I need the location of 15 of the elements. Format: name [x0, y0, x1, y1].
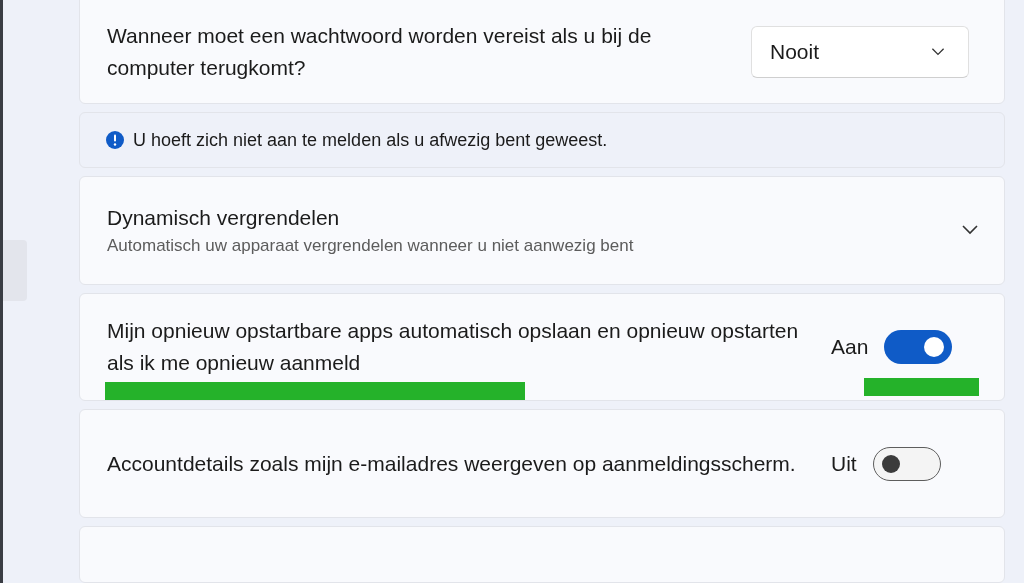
dropdown[interactable]: Nooit — [751, 26, 969, 78]
setting-label: Dynamisch vergrendelen — [107, 205, 341, 232]
sidebar-selection — [3, 240, 27, 301]
info-icon — [105, 130, 125, 150]
info-text: U hoeft zich niet aan te melden als u afwezig bent geweest. — [133, 128, 608, 152]
setting-label: Mijn opnieuw opstartbare apps automatisch opslaan en opnieuw opstarten als ik me opnieuw aanmeld — [107, 318, 800, 377]
chevron-down-icon[interactable] — [962, 225, 978, 236]
chevron-down-icon — [931, 48, 945, 56]
toggle-switch[interactable] — [884, 330, 953, 365]
toggle-state-label: Uit — [831, 451, 857, 478]
setting-description: Automatisch uw apparaat vergrendelen wanneer u niet aanwezig bent — [107, 235, 635, 258]
setting-label: Wanneer moet een wachtwoord worden vereist als u bij de computer terugkomt? — [107, 23, 653, 81]
setting-label: Accountdetails zoals mijn e-mailadres weergeven op aanmeldingsscherm. — [107, 450, 797, 477]
toggle-state-label: Aan — [831, 334, 869, 361]
toggle-switch[interactable] — [872, 446, 941, 481]
